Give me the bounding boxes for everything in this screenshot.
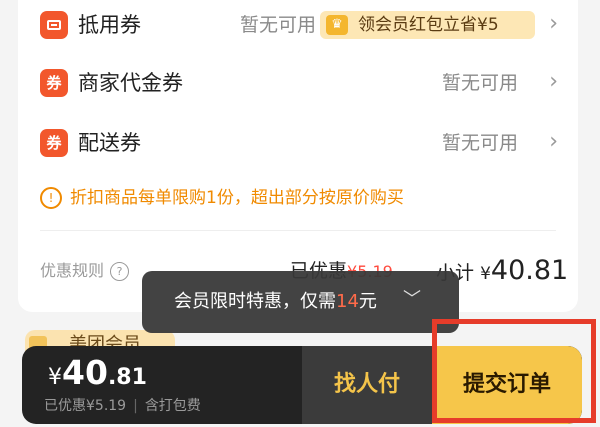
coupon-row-delivery[interactable]: 券 配送券 暂无可用 › xyxy=(18,123,578,163)
divider xyxy=(40,230,556,231)
coupon-tag-icon: 券 xyxy=(40,129,68,157)
coupon-value: 暂无可用 xyxy=(442,132,519,154)
price-integer: 40 xyxy=(62,353,108,392)
separator: | xyxy=(133,398,138,414)
coupon-row-merchant[interactable]: 券 商家代金券 暂无可用 › xyxy=(18,63,578,103)
chevron-right-icon: › xyxy=(549,129,558,154)
coupon-value: 暂无可用 xyxy=(442,72,519,94)
tooltip-suffix: 元 xyxy=(358,291,377,312)
chevron-down-icon: ﹀ xyxy=(403,289,421,310)
purchase-limit-notice: ! 折扣商品每单限购1份，超出部分按原价购买 xyxy=(40,185,404,211)
price-breakdown: 已优惠¥5.19 | 含打包费 xyxy=(44,395,201,417)
vip-promo-text: 领会员红包立省¥5 xyxy=(358,15,499,35)
rules-label: 优惠规则 xyxy=(40,261,105,280)
notice-text: 折扣商品每单限购1份，超出部分按原价购买 xyxy=(70,188,404,208)
friend-pay-button[interactable]: 找人付 xyxy=(302,346,432,424)
tooltip-amount: 14 xyxy=(336,291,359,312)
discount-card: 抵用券 暂无可用 ♛ 领会员红包立省¥5 › 券 商家代金券 暂无可用 › 券 … xyxy=(18,0,578,312)
exclamation-icon: ! xyxy=(40,187,62,209)
delivery-text: 含打包费 xyxy=(144,398,201,414)
subtotal-amount: 40.81 xyxy=(490,255,569,286)
coupon-tag-icon: 券 xyxy=(40,69,68,97)
red-envelope-icon xyxy=(40,11,68,39)
coupon-label: 配送券 xyxy=(78,131,141,155)
tooltip-text: 会员限时特惠，仅需14元 xyxy=(174,288,377,316)
highlight-box xyxy=(432,319,596,423)
vip-promo-badge[interactable]: ♛ 领会员红包立省¥5 xyxy=(320,11,535,39)
price-decimal: .81 xyxy=(107,365,147,390)
chevron-right-icon: › xyxy=(549,69,558,94)
tooltip-prefix: 会员限时特惠，仅需 xyxy=(174,291,336,312)
discount-rules-link[interactable]: 优惠规则? xyxy=(40,258,130,284)
question-mark-icon: ? xyxy=(110,262,130,281)
subtotal-currency: ¥ xyxy=(480,264,491,284)
saved-text: 已优惠¥5.19 xyxy=(44,398,127,414)
coupon-label: 商家代金券 xyxy=(78,71,183,95)
chevron-right-icon: › xyxy=(549,11,558,36)
vip-discount-tooltip[interactable]: 会员限时特惠，仅需14元 ﹀ xyxy=(142,271,459,333)
coupon-row-voucher[interactable]: 抵用券 暂无可用 ♛ 领会员红包立省¥5 › xyxy=(18,5,578,45)
coupon-label: 抵用券 xyxy=(78,13,141,37)
crown-icon: ♛ xyxy=(326,15,348,35)
coupon-value: 暂无可用 xyxy=(240,14,317,36)
price-currency: ¥ xyxy=(48,365,62,390)
